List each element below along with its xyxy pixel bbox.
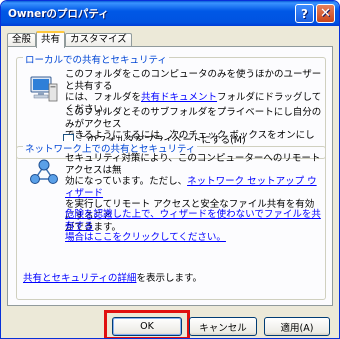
title-bar[interactable]: Ownerのプロパティ ? ✕ [1, 1, 339, 26]
properties-window: Ownerのプロパティ ? ✕ 全般 共有 カスタマイズ ローカルでの共有とセキ… [0, 0, 340, 339]
window-title: Ownerのプロパティ [8, 8, 109, 20]
share-without-wizard-link[interactable]: 危険を認識した上で、ウィザードを使わないでファイルを共有する 場合はここをクリッ… [65, 209, 323, 244]
local-group-title: ローカルでの共有とセキュリティ [23, 52, 169, 66]
shared-documents-link[interactable]: 共有ドキュメント [141, 92, 217, 103]
sharing-panel: ローカルでの共有とセキュリティ このフォルダをこのコンピュータのみを使うほかのユ… [7, 46, 333, 306]
cancel-button[interactable]: キャンセル [189, 317, 257, 336]
tab-general[interactable]: 全般 [7, 33, 37, 47]
close-button[interactable]: ✕ [316, 4, 335, 23]
computer-icon [30, 76, 58, 102]
network-icon [30, 159, 58, 184]
ok-button[interactable]: OK [112, 317, 182, 336]
tab-strip: 全般 共有 カスタマイズ [7, 31, 132, 48]
details-line: 共有とセキュリティの詳細を表示します。 [23, 273, 202, 284]
tab-sharing[interactable]: 共有 [36, 31, 66, 48]
apply-button[interactable]: 適用(A) [264, 317, 330, 336]
tab-customize[interactable]: カスタマイズ [65, 33, 132, 47]
sharing-security-details-link[interactable]: 共有とセキュリティの詳細 [23, 273, 136, 284]
help-button[interactable]: ? [295, 4, 314, 23]
network-sharing-group: ネットワーク上での共有とセキュリティ セキュリティ対策により、このコンピューター… [16, 141, 326, 300]
